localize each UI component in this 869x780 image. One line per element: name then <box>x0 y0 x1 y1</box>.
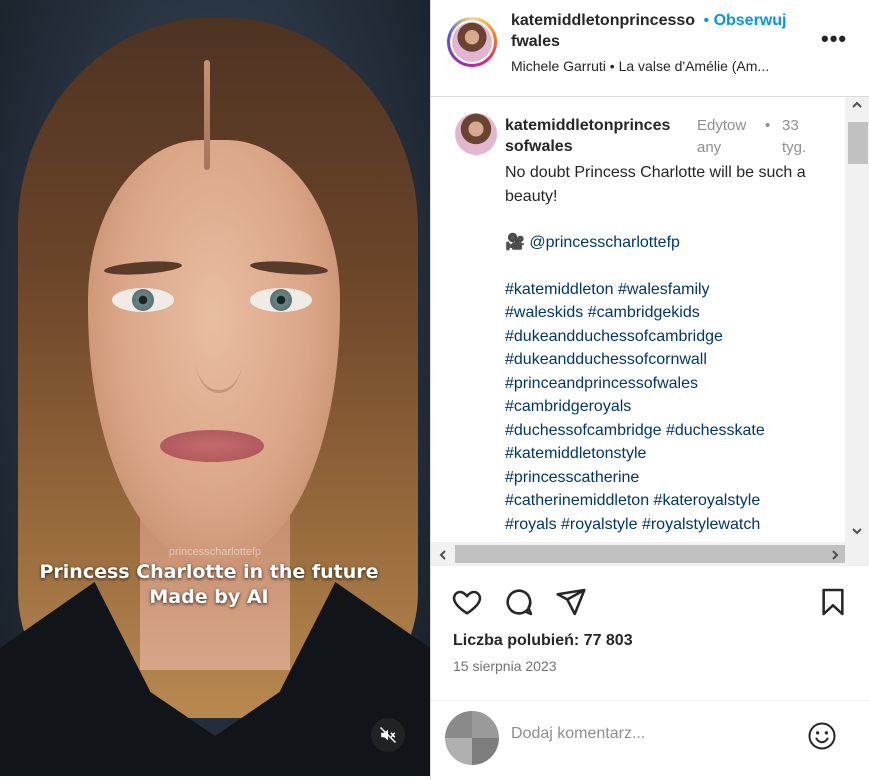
hashtag-line[interactable]: #princeandprincessofwales <box>505 372 815 396</box>
caption-mention-line: 🎥 @princesscharlottefp <box>505 231 815 255</box>
hashtag-line[interactable]: #waleskids #cambridgekids <box>505 301 815 325</box>
author-username[interactable]: katemiddletonprincesso • Obserwuj fwales <box>511 10 811 52</box>
comment-button[interactable] <box>503 586 535 623</box>
caption-author-avatar[interactable] <box>455 113 497 155</box>
portrait-nose <box>196 330 242 393</box>
scroll-right-arrow[interactable] <box>829 548 841 565</box>
post-date[interactable]: 15 sierpnia 2023 <box>453 658 557 674</box>
post-age-line1: 33 <box>782 117 799 134</box>
post-media[interactable]: princesscharlottefp Princess Charlotte i… <box>0 0 430 776</box>
comment-composer: Dodaj komentarz... <box>431 700 869 777</box>
scroll-down-arrow[interactable] <box>851 524 863 541</box>
caption-username-line2: sofwales <box>505 138 573 155</box>
viewer-avatar <box>445 711 499 765</box>
chevron-down-icon <box>852 528 862 535</box>
author-username-line2: fwales <box>511 33 560 50</box>
heart-icon <box>452 590 482 615</box>
author-name-block: katemiddletonprincesso • Obserwuj fwales <box>511 10 811 52</box>
edited-label-line1: Edytow <box>697 117 747 134</box>
mute-button[interactable] <box>371 718 405 752</box>
mention-link[interactable]: @princesscharlottefp <box>529 234 680 251</box>
caption-username-line1: katemiddletonprinces <box>505 117 671 134</box>
smiley-icon <box>808 722 836 750</box>
hashtag-line[interactable]: #princesscatherine <box>505 466 815 490</box>
edited-label: Edytow any <box>697 115 746 159</box>
media-watermark: princesscharlottefp <box>168 546 262 558</box>
caption-username[interactable]: katemiddletonprinces sofwales <box>505 115 695 157</box>
hashtag-line[interactable]: #duchessofcambridge #duchesskate <box>505 419 815 443</box>
share-button[interactable] <box>555 586 587 623</box>
portrait-lips <box>160 430 264 462</box>
edited-label-line2: any <box>697 139 722 156</box>
post-age: 33 tyg. <box>782 115 806 159</box>
post-age-line2: tyg. <box>782 139 807 156</box>
hashtag-list: #katemiddleton #walesfamily #waleskids #c… <box>505 278 815 537</box>
hashtag-line[interactable]: #dukeandduchessofcornwall <box>505 348 815 372</box>
author-username-line1: katemiddletonprincesso <box>511 12 696 29</box>
hashtag-line[interactable]: #catherinemiddleton #kateroyalstyle <box>505 489 815 513</box>
comment-input[interactable]: Dodaj komentarz... <box>511 725 645 743</box>
likes-count[interactable]: Liczba polubień: 77 803 <box>453 632 633 650</box>
media-caption-line2: Made by AI <box>149 586 269 608</box>
media-caption-line1: Princess Charlotte in the future <box>39 561 379 583</box>
like-button[interactable] <box>451 586 483 623</box>
hashtag-line[interactable]: #royals #royalstyle #royalstylewatch <box>505 513 815 537</box>
caption-scroll-area[interactable]: katemiddletonprinces sofwales Edytow any… <box>431 97 869 567</box>
post-actions <box>431 582 869 622</box>
emoji-button[interactable] <box>807 721 837 751</box>
meta-dot: • <box>765 117 771 134</box>
caption-text: No doubt Princess Charlotte will be such… <box>505 164 806 205</box>
hashtag-line[interactable]: #cambridgeroyals <box>505 395 815 419</box>
media-caption: Princess Charlotte in the future Made by… <box>0 560 418 610</box>
vertical-scroll-thumb[interactable] <box>848 122 868 164</box>
portrait-left-eye <box>112 288 174 312</box>
film-camera-icon: 🎥 <box>505 234 525 251</box>
header-separator: • <box>703 12 710 29</box>
post-header: katemiddletonprincesso • Obserwuj fwales… <box>431 0 869 97</box>
save-button[interactable] <box>817 586 849 623</box>
scroll-left-arrow[interactable] <box>437 548 449 565</box>
bookmark-icon <box>822 588 844 616</box>
scroll-up-arrow[interactable] <box>851 98 863 115</box>
author-avatar-image <box>452 22 492 62</box>
ellipsis-icon: ••• <box>821 26 848 51</box>
follow-button[interactable]: Obserwuj <box>714 12 787 29</box>
hashtag-line[interactable]: #katemiddleton #walesfamily <box>505 278 815 302</box>
chevron-up-icon <box>852 101 862 108</box>
author-avatar[interactable] <box>447 17 497 67</box>
hashtag-line[interactable]: #dukeandduchessofcambridge <box>505 325 815 349</box>
portrait-hair-part <box>204 60 210 170</box>
speaker-muted-icon <box>379 726 397 744</box>
post-sidebar: katemiddletonprincesso • Obserwuj fwales… <box>430 0 869 780</box>
portrait-right-eye <box>250 288 312 312</box>
chevron-left-icon <box>439 550 446 560</box>
horizontal-scroll-thumb[interactable] <box>455 545 845 563</box>
paper-plane-icon <box>556 588 586 616</box>
chevron-right-icon <box>832 550 839 560</box>
caption-body: No doubt Princess Charlotte will be such… <box>505 161 815 536</box>
hashtag-line[interactable]: #katemiddletonstyle <box>505 442 815 466</box>
audio-attribution[interactable]: Michele Garruti • La valse d'Amélie (Am.… <box>511 58 769 74</box>
more-options-button[interactable]: ••• <box>821 26 847 52</box>
comment-icon <box>506 589 533 616</box>
